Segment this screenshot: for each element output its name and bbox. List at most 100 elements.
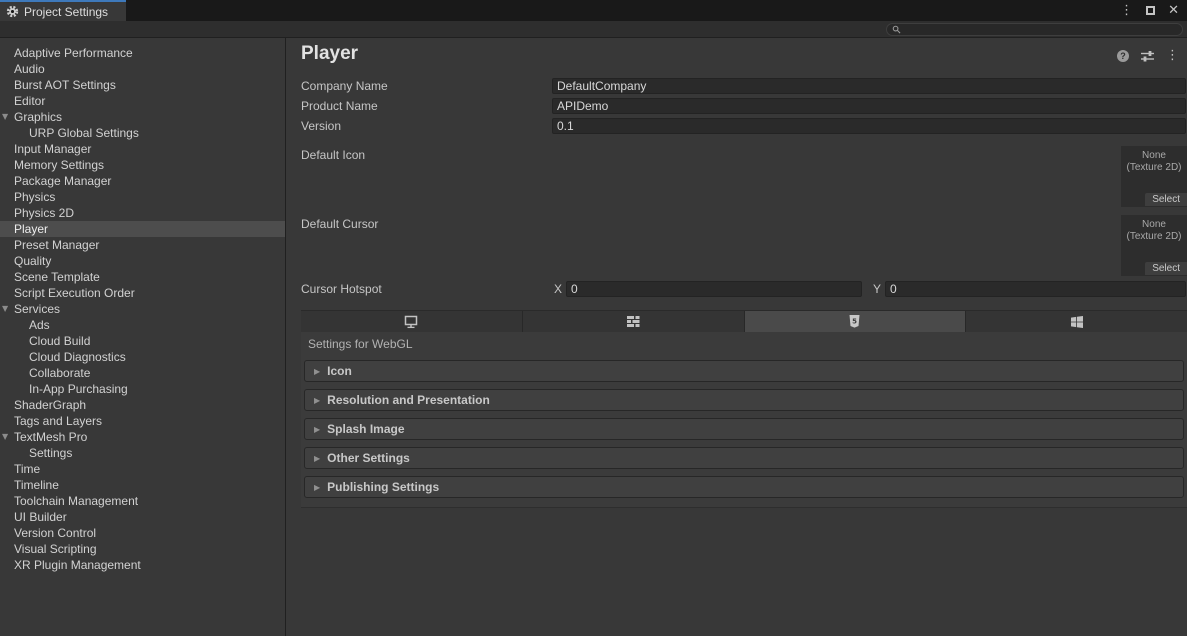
platform-tab-uwp[interactable] xyxy=(966,311,1187,332)
sidebar-item-label: Physics 2D xyxy=(14,206,74,220)
foldout-expanded-icon[interactable]: ▼ xyxy=(2,301,13,317)
window-menu-icon[interactable]: ⋮ xyxy=(1120,4,1133,17)
section-splash-image[interactable]: ▶Splash Image xyxy=(304,418,1184,440)
platform-tab-standalone[interactable] xyxy=(301,311,523,332)
html5-webgl-icon: 5 xyxy=(848,314,861,329)
sidebar-item-toolchain-management[interactable]: Toolchain Management xyxy=(0,493,285,509)
foldout-expanded-icon[interactable]: ▼ xyxy=(2,109,13,125)
default-cursor-texture-slot[interactable]: None (Texture 2D) Select xyxy=(1121,215,1187,276)
sidebar-item-label: In-App Purchasing xyxy=(29,382,128,396)
sidebar-item-graphics[interactable]: ▼Graphics xyxy=(0,109,285,125)
search-box[interactable] xyxy=(886,23,1183,36)
sidebar-item-label: Input Manager xyxy=(14,142,91,156)
foldout-collapsed-icon: ▶ xyxy=(314,483,320,492)
default-icon-none-type: (Texture 2D) xyxy=(1121,162,1187,174)
sidebar-item-physics[interactable]: Physics xyxy=(0,189,285,205)
sidebar-item-script-execution-order[interactable]: Script Execution Order xyxy=(0,285,285,301)
sidebar-item-xr-plugin-management[interactable]: XR Plugin Management xyxy=(0,557,285,573)
sidebar-item-scene-template[interactable]: Scene Template xyxy=(0,269,285,285)
sidebar-item-ui-builder[interactable]: UI Builder xyxy=(0,509,285,525)
settings-for-platform-label: Settings for WebGL xyxy=(308,337,413,351)
foldout-collapsed-icon: ▶ xyxy=(314,367,320,376)
sidebar-item-cloud-diagnostics[interactable]: Cloud Diagnostics xyxy=(0,349,285,365)
sidebar-item-shadergraph[interactable]: ShaderGraph xyxy=(0,397,285,413)
sidebar-item-label: ShaderGraph xyxy=(14,398,86,412)
window-tab-title: Project Settings xyxy=(24,5,108,19)
sidebar-item-timeline[interactable]: Timeline xyxy=(0,477,285,493)
sidebar-item-physics-2d[interactable]: Physics 2D xyxy=(0,205,285,221)
titlebar: Project Settings ⋮ ✕ xyxy=(0,0,1187,21)
sidebar-item-label: Tags and Layers xyxy=(14,414,102,428)
default-icon-select-button[interactable]: Select xyxy=(1145,193,1187,206)
sidebar-item-package-manager[interactable]: Package Manager xyxy=(0,173,285,189)
server-icon xyxy=(625,315,641,328)
hotspot-x-field[interactable] xyxy=(566,281,862,297)
project-settings-window-tab[interactable]: Project Settings xyxy=(0,0,126,21)
sidebar-item-settings[interactable]: Settings xyxy=(0,445,285,461)
page-title: Player xyxy=(301,43,358,65)
section-publishing-settings[interactable]: ▶Publishing Settings xyxy=(304,476,1184,498)
sidebar-item-audio[interactable]: Audio xyxy=(0,61,285,77)
sidebar-item-player[interactable]: Player xyxy=(0,221,285,237)
toolbar xyxy=(0,21,1187,38)
sidebar-item-label: Audio xyxy=(14,62,45,76)
presets-icon[interactable] xyxy=(1140,50,1155,62)
company-name-field[interactable] xyxy=(552,78,1186,94)
sidebar-item-burst-aot-settings[interactable]: Burst AOT Settings xyxy=(0,77,285,93)
sidebar-item-label: Script Execution Order xyxy=(14,286,135,300)
foldout-collapsed-icon: ▶ xyxy=(314,425,320,434)
sidebar-item-urp-global-settings[interactable]: URP Global Settings xyxy=(0,125,285,141)
platform-tab-webgl[interactable]: 5 xyxy=(745,311,967,332)
default-cursor-none-value: None xyxy=(1121,219,1187,231)
panel-menu-icon[interactable]: ⋮ xyxy=(1166,49,1179,62)
maximize-icon[interactable] xyxy=(1146,6,1155,15)
sidebar-item-preset-manager[interactable]: Preset Manager xyxy=(0,237,285,253)
sidebar-item-label: Editor xyxy=(14,94,45,108)
sidebar-item-visual-scripting[interactable]: Visual Scripting xyxy=(0,541,285,557)
hotspot-y-label: Y xyxy=(873,281,881,297)
sidebar-item-collaborate[interactable]: Collaborate xyxy=(0,365,285,381)
sidebar-item-time[interactable]: Time xyxy=(0,461,285,477)
product-name-field[interactable] xyxy=(552,98,1186,114)
section-resolution-and-presentation[interactable]: ▶ Resolution and Presentation xyxy=(304,389,1184,411)
desktop-monitor-icon xyxy=(403,315,419,329)
sidebar-item-label: Toolchain Management xyxy=(14,494,138,508)
sidebar-item-label: Physics xyxy=(14,190,55,204)
version-label: Version xyxy=(301,118,341,134)
default-cursor-label: Default Cursor xyxy=(301,216,378,232)
default-icon-none-value: None xyxy=(1121,150,1187,162)
sidebar-item-input-manager[interactable]: Input Manager xyxy=(0,141,285,157)
sidebar-item-ads[interactable]: Ads xyxy=(0,317,285,333)
section-other-settings[interactable]: ▶Other Settings xyxy=(304,447,1184,469)
sidebar-item-services[interactable]: ▼Services xyxy=(0,301,285,317)
default-cursor-select-button[interactable]: Select xyxy=(1145,262,1187,275)
foldout-expanded-icon[interactable]: ▼ xyxy=(2,429,13,445)
sidebar-item-textmesh-pro[interactable]: ▼TextMesh Pro xyxy=(0,429,285,445)
section-icon[interactable]: ▶Icon xyxy=(304,360,1184,382)
sidebar-item-editor[interactable]: Editor xyxy=(0,93,285,109)
sidebar-item-version-control[interactable]: Version Control xyxy=(0,525,285,541)
default-icon-texture-slot[interactable]: None (Texture 2D) Select xyxy=(1121,146,1187,207)
hotspot-y-field[interactable] xyxy=(885,281,1186,297)
search-input[interactable] xyxy=(904,24,1177,35)
sidebar-item-memory-settings[interactable]: Memory Settings xyxy=(0,157,285,173)
foldout-collapsed-icon: ▶ xyxy=(314,396,320,405)
platform-tab-dedicated-server[interactable] xyxy=(523,311,745,332)
player-settings-panel: Player ? ⋮ Company Name Product Name Ver… xyxy=(287,38,1187,636)
help-icon[interactable]: ? xyxy=(1117,50,1129,62)
section-label: Resolution and Presentation xyxy=(327,393,490,407)
sidebar-item-label: Timeline xyxy=(14,478,59,492)
sidebar-item-adaptive-performance[interactable]: Adaptive Performance xyxy=(0,45,285,61)
version-field[interactable] xyxy=(552,118,1186,134)
sidebar-item-quality[interactable]: Quality xyxy=(0,253,285,269)
sidebar-item-tags-and-layers[interactable]: Tags and Layers xyxy=(0,413,285,429)
close-icon[interactable]: ✕ xyxy=(1168,4,1179,17)
product-name-label: Product Name xyxy=(301,98,378,114)
windows-logo-icon xyxy=(1070,315,1084,329)
sidebar-item-label: Visual Scripting xyxy=(14,542,97,556)
sidebar-item-in-app-purchasing[interactable]: In-App Purchasing xyxy=(0,381,285,397)
sidebar-item-cloud-build[interactable]: Cloud Build xyxy=(0,333,285,349)
sidebar-item-label: Time xyxy=(14,462,40,476)
settings-category-list: Adaptive PerformanceAudioBurst AOT Setti… xyxy=(0,38,286,636)
company-name-label: Company Name xyxy=(301,78,388,94)
